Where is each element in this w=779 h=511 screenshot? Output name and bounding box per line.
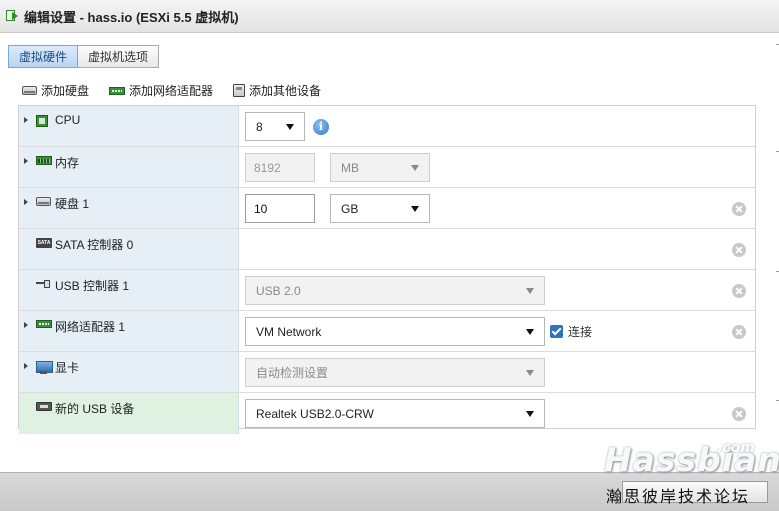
- row-display: 显卡 自动检测设置: [19, 352, 755, 393]
- add-network-label: 添加网络适配器: [129, 84, 214, 98]
- row-new-usb-device: 新的 USB 设备 Realtek USB2.0-CRW: [19, 393, 755, 434]
- add-disk-label: 添加硬盘: [41, 84, 90, 98]
- chevron-down-icon: [526, 329, 534, 335]
- sata-icon: SATA: [36, 238, 52, 248]
- row-usb-controller-header: USB 控制器 1: [19, 270, 239, 310]
- disk-label: 硬盘 1: [55, 197, 90, 211]
- window-title: 编辑设置 - hass.io (ESXi 5.5 虚拟机): [24, 9, 239, 25]
- remove-device-icon[interactable]: [732, 284, 746, 298]
- row-cpu: CPU 8 i: [19, 106, 755, 147]
- usb-controller-label: USB 控制器 1: [55, 279, 130, 293]
- display-label: 显卡: [55, 361, 80, 375]
- expand-caret-icon[interactable]: [24, 199, 28, 205]
- disk-icon: [36, 197, 51, 206]
- chevron-down-icon: [526, 411, 534, 417]
- remove-device-icon[interactable]: [732, 243, 746, 257]
- memory-size-input[interactable]: 8192: [245, 153, 315, 182]
- network-select[interactable]: VM Network: [245, 317, 545, 346]
- display-settings-select[interactable]: 自动检测设置: [245, 358, 545, 387]
- usb-device-value: Realtek USB2.0-CRW: [256, 406, 374, 421]
- usb-version-value: USB 2.0: [256, 283, 301, 298]
- row-sata-header: SATA SATA 控制器 0: [19, 229, 239, 269]
- chevron-down-icon: [286, 124, 294, 130]
- memory-unit-select[interactable]: MB: [330, 153, 430, 182]
- row-network-header[interactable]: 网络适配器 1: [19, 311, 239, 351]
- row-new-usb-device-header: 新的 USB 设备: [19, 393, 239, 434]
- vm-edit-icon: [6, 9, 20, 23]
- memory-label: 内存: [55, 156, 80, 170]
- add-other-label: 添加其他设备: [249, 84, 322, 98]
- tab-virtual-hardware[interactable]: 虚拟硬件: [8, 45, 79, 68]
- tab-bar: 虚拟硬件 虚拟机选项: [8, 45, 160, 68]
- new-usb-device-label: 新的 USB 设备: [55, 402, 135, 416]
- connect-label: 连接: [568, 325, 593, 339]
- watermark-caption: 瀚思彼岸技术论坛: [606, 489, 751, 506]
- nic-icon: [36, 320, 52, 328]
- toolbar: 添加硬盘 添加网络适配器 添加其他设备: [22, 82, 341, 99]
- display-settings-value: 自动检测设置: [256, 366, 329, 380]
- disk-icon: [22, 86, 37, 95]
- memory-icon: [36, 156, 52, 165]
- row-disk: 硬盘 1 10 GB: [19, 188, 755, 229]
- disk-unit-select[interactable]: GB: [330, 194, 430, 223]
- cpu-count-value: 8: [256, 119, 263, 134]
- expand-caret-icon[interactable]: [24, 158, 28, 164]
- connect-toggle[interactable]: 连接: [550, 323, 592, 340]
- hardware-table: CPU 8 i 内存 8192 MB 硬盘 1 10 GB SATA SATA …: [18, 105, 756, 434]
- row-usb-controller: USB 控制器 1 USB 2.0: [19, 270, 755, 311]
- expand-caret-icon[interactable]: [24, 322, 28, 328]
- row-sata: SATA SATA 控制器 0: [19, 229, 755, 270]
- usb-icon: [36, 279, 50, 288]
- chevron-down-icon: [411, 206, 419, 212]
- chevron-down-icon: [411, 165, 419, 171]
- disk-unit-value: GB: [341, 201, 359, 216]
- sata-label: SATA 控制器 0: [55, 238, 134, 252]
- chevron-down-icon: [526, 288, 534, 294]
- usb-version-select[interactable]: USB 2.0: [245, 276, 545, 305]
- info-icon[interactable]: i: [313, 119, 329, 135]
- remove-device-icon[interactable]: [732, 325, 746, 339]
- row-memory: 内存 8192 MB: [19, 147, 755, 188]
- connect-checkbox[interactable]: [550, 325, 563, 338]
- row-disk-header[interactable]: 硬盘 1: [19, 188, 239, 228]
- chevron-down-icon: [526, 370, 534, 376]
- row-network: 网络适配器 1 VM Network 连接: [19, 311, 755, 352]
- network-label: 网络适配器 1: [55, 320, 126, 334]
- row-display-header[interactable]: 显卡: [19, 352, 239, 392]
- remove-device-icon[interactable]: [732, 202, 746, 216]
- cpu-count-select[interactable]: 8: [245, 112, 305, 141]
- watermark-suffix: .com: [717, 440, 755, 456]
- add-disk-button[interactable]: 添加硬盘: [22, 82, 89, 99]
- device-icon: [233, 84, 246, 97]
- window-titlebar: 编辑设置 - hass.io (ESXi 5.5 虚拟机): [0, 0, 779, 33]
- disk-size-input[interactable]: 10: [245, 194, 315, 223]
- expand-caret-icon[interactable]: [24, 363, 28, 369]
- usb-device-select[interactable]: Realtek USB2.0-CRW: [245, 399, 545, 428]
- network-value: VM Network: [256, 324, 322, 339]
- monitor-icon: [36, 361, 53, 374]
- memory-unit-value: MB: [341, 160, 359, 175]
- usb-device-icon: [36, 402, 52, 411]
- remove-device-icon[interactable]: [732, 407, 746, 421]
- row-cpu-header[interactable]: CPU: [19, 106, 239, 146]
- expand-caret-icon[interactable]: [24, 117, 28, 123]
- cpu-icon: [36, 115, 48, 127]
- add-other-device-button[interactable]: 添加其他设备: [233, 82, 321, 99]
- add-network-button[interactable]: 添加网络适配器: [109, 82, 213, 99]
- cpu-label: CPU: [55, 113, 81, 127]
- row-memory-header[interactable]: 内存: [19, 147, 239, 187]
- nic-icon: [109, 86, 126, 95]
- tab-vm-options[interactable]: 虚拟机选项: [78, 45, 160, 68]
